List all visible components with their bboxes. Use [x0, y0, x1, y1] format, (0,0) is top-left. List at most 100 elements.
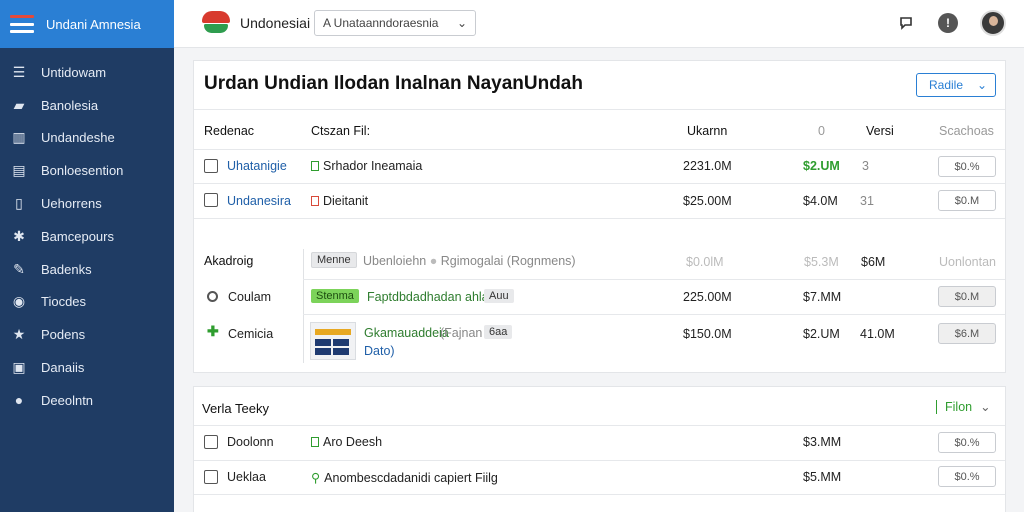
group-row-desc2[interactable]: Dato) [364, 344, 395, 358]
bank-icon: ▰ [13, 96, 25, 113]
sidebar-item-label: Danaiis [41, 360, 85, 376]
row-count: 3 [862, 159, 869, 173]
group-action[interactable]: Uonlontan [939, 255, 996, 269]
row-action-button[interactable]: $0.% [938, 466, 996, 487]
filter-button[interactable]: Filon ⌄ [936, 399, 991, 414]
row-value: $4.0M [803, 194, 838, 208]
row-name-link[interactable]: Undanesira [227, 194, 291, 208]
group-row-amount: 225.00M [683, 290, 732, 304]
chevron-down-icon: ⌄ [456, 16, 467, 30]
sidebar-item-label: Tiocdes [41, 294, 87, 310]
chat-icon[interactable] [896, 13, 916, 33]
group-desc: Ubenloiehn ● Rgimogalai (Rognmens) [363, 254, 576, 268]
column-header[interactable]: 0 [818, 124, 825, 138]
square-icon [311, 196, 319, 206]
row-action-button[interactable]: $0.% [938, 156, 996, 177]
action-button-label: Radile [929, 78, 964, 92]
column-header[interactable]: Ukarnn [687, 124, 727, 138]
group-label: Akadroig [204, 254, 254, 268]
row-tag-label: Dieitanit [323, 194, 369, 208]
row-tag: Srhador Ineamaia [311, 159, 422, 173]
sidebar-item-2[interactable]: ▰ Banolesia [0, 89, 174, 122]
divider [194, 494, 1005, 495]
sidebar-title: Undani Amnesia [46, 16, 141, 32]
sidebar-brand[interactable]: Undani Amnesia [0, 0, 174, 48]
plus-icon[interactable]: ✚ [207, 323, 219, 340]
row-name-link[interactable]: Uhatanigie [227, 159, 287, 173]
group-row-tag2: Auu [484, 288, 514, 303]
divider [194, 183, 1005, 184]
action-dropdown-button[interactable]: Radile ⌄ [916, 73, 996, 97]
sidebar-item-11[interactable]: ● Deeolntn [0, 384, 174, 417]
divider [303, 314, 1005, 315]
divider [194, 149, 1005, 150]
sidebar-item-5[interactable]: ▯ Uehorrens [0, 187, 174, 220]
row-tag: Dieitanit [311, 194, 368, 208]
recent-card: Verla Teeky Filon ⌄ Doolonn Aro Deesh $3… [193, 386, 1006, 512]
sidebar-item-4[interactable]: ▤ Bonloesention [0, 154, 174, 187]
sidebar-item-3[interactable]: ▥ Undandeshe [0, 122, 174, 155]
sidebar-item-1[interactable]: ☰ Untidowam [0, 56, 174, 89]
column-header[interactable]: Scachoas [939, 124, 994, 138]
row-tag-label: Anombescdadanidi capiert Fiilg [324, 471, 498, 485]
sidebar-item-label: Uehorrens [41, 196, 102, 212]
briefcase-icon: ▣ [12, 359, 26, 376]
site-name: Undonesiai [240, 15, 311, 31]
group-value: $5.3M [804, 255, 839, 269]
language-select[interactable]: A Unataanndoraesnia ⌄ [314, 10, 476, 36]
group-row-action-button[interactable]: $0.M [938, 286, 996, 307]
sidebar-item-label: Banolesia [41, 97, 99, 113]
square-icon [311, 437, 319, 447]
row-checkbox[interactable] [204, 193, 218, 207]
hamburger-menu-icon[interactable] [10, 15, 34, 33]
section-title: Verla Teeky [202, 401, 269, 416]
row-tag-label: Aro Deesh [323, 435, 383, 449]
main-card: Urdan Undian Ilodan Inalnan NayanUndah R… [193, 60, 1006, 373]
filter-label: Filon [945, 399, 973, 414]
row-amount: $25.00M [683, 194, 732, 208]
sidebar-item-8[interactable]: ◉ Tiocdes [0, 286, 174, 319]
sidebar: Undani Amnesia ☰ Untidowam ▰ Banolesia ▥ Un… [0, 0, 174, 512]
square-icon [311, 161, 319, 171]
language-select-value: A Unataanndoraesnia [323, 16, 439, 30]
column-header[interactable]: Versi [866, 124, 894, 138]
circle-icon: ◉ [12, 293, 26, 310]
group-row-tag2-label: Auu [484, 289, 514, 303]
row-checkbox[interactable] [204, 159, 218, 173]
radio-button[interactable] [207, 291, 218, 302]
sidebar-item-label: Bamcepours [41, 228, 114, 244]
row-checkbox[interactable] [204, 435, 218, 449]
group-row-amount: $150.0M [683, 327, 732, 341]
group-row-action-button[interactable]: $6.M [938, 323, 996, 344]
chevron-down-icon: ⌄ [980, 400, 991, 414]
group-row-value: $7.MM [803, 290, 842, 304]
row-name: Doolonn [227, 435, 274, 449]
group-row-name: Coulam [228, 290, 272, 304]
row-checkbox[interactable] [204, 470, 218, 484]
sidebar-item-6[interactable]: ✱ Bamcepours [0, 220, 174, 253]
sidebar-item-10[interactable]: ▣ Danaiis [0, 351, 174, 384]
location-icon: ⚲ [311, 471, 321, 485]
sidebar-item-label: Untidowam [41, 64, 107, 80]
row-name: Ueklaa [227, 470, 266, 484]
group-amount: $0.0lM [686, 255, 724, 269]
page-title: Urdan Undian Ilodan Inalnan NayanUndah [204, 73, 583, 94]
column-header[interactable]: Redenac [204, 124, 254, 138]
sidebar-item-label: Deeolntn [41, 392, 94, 408]
sidebar-item-9[interactable]: ★ Podens [0, 318, 174, 351]
sidebar-item-7[interactable]: ✎ Badenks [0, 253, 174, 286]
avatar[interactable] [980, 10, 1006, 36]
column-header[interactable]: Ctszan Fil: [311, 124, 370, 138]
thumbnail-image [310, 322, 356, 360]
group-row-tag2-label: 6aa [484, 325, 513, 339]
group-row-tag: Gkamauaddeia [364, 326, 449, 340]
document-icon: ▤ [12, 162, 26, 179]
help-icon[interactable]: ! [938, 13, 958, 33]
group-row-tag-label: Stenma [311, 289, 359, 303]
row-count: 31 [860, 194, 874, 208]
flag-logo-icon [200, 11, 232, 35]
row-action-button[interactable]: $0.M [938, 190, 996, 211]
group-divider [303, 249, 304, 363]
row-value: $2.UM [803, 159, 840, 173]
row-action-button[interactable]: $0.% [938, 432, 996, 453]
